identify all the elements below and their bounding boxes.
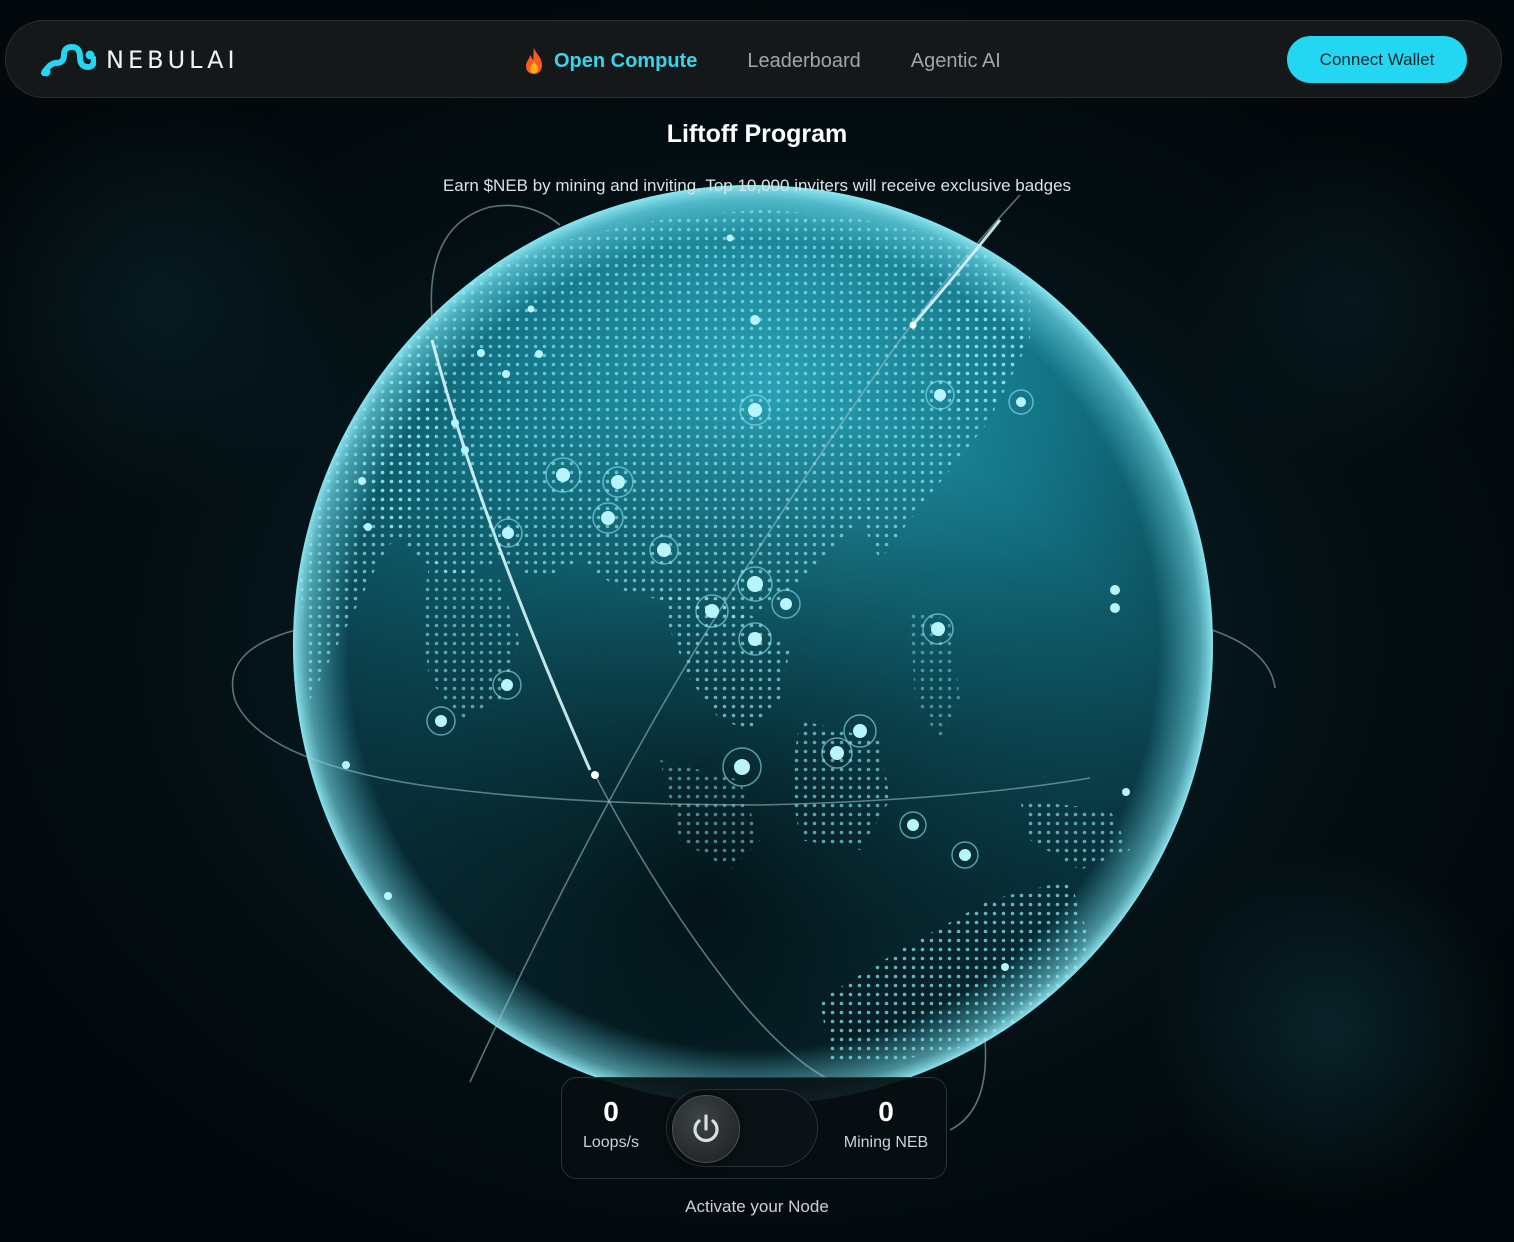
nav-label-agentic-ai: Agentic AI	[910, 49, 1001, 72]
fire-icon	[526, 48, 542, 74]
satellite-dot	[591, 771, 599, 779]
app-root: NEBULAI Open Compute Leaderboard Agentic…	[0, 0, 1514, 1242]
node-control-panel: 0 Loops/s 0 Mining NEB	[561, 1077, 947, 1179]
connect-wallet-button[interactable]: Connect Wallet	[1287, 36, 1467, 83]
mining-value: 0	[878, 1096, 894, 1127]
nav-leaderboard[interactable]: Leaderboard	[747, 50, 860, 73]
loops-value: 0	[603, 1096, 619, 1127]
loops-label: Loops/s	[582, 1134, 640, 1151]
power-button[interactable]	[672, 1095, 740, 1163]
brand[interactable]: NEBULAI	[40, 41, 239, 79]
nebulai-logo-icon	[41, 43, 96, 77]
brand-name: NEBULAI	[106, 46, 239, 74]
nav-agentic-ai[interactable]: Agentic AI	[911, 50, 1001, 73]
activate-node-text: Activate your Node	[685, 1197, 829, 1216]
loops-stat: 0 Loops/s	[551, 1096, 671, 1152]
page-title: Liftoff Program	[666, 120, 848, 148]
page-subtitle: Earn $NEB by mining and inviting. Top 10…	[442, 176, 1072, 195]
power-icon	[693, 1114, 719, 1143]
main-nav: Open Compute Leaderboard Agentic AI	[522, 41, 1051, 81]
top-navbar: NEBULAI Open Compute Leaderboard Agentic…	[5, 20, 1502, 98]
mining-label: Mining NEB	[843, 1134, 929, 1151]
nav-label-leaderboard: Leaderboard	[747, 49, 861, 72]
nav-label-open-compute: Open Compute	[554, 49, 698, 72]
mining-stat: 0 Mining NEB	[826, 1096, 946, 1152]
power-toggle[interactable]	[666, 1089, 818, 1167]
nav-open-compute[interactable]: Open Compute	[522, 47, 697, 75]
